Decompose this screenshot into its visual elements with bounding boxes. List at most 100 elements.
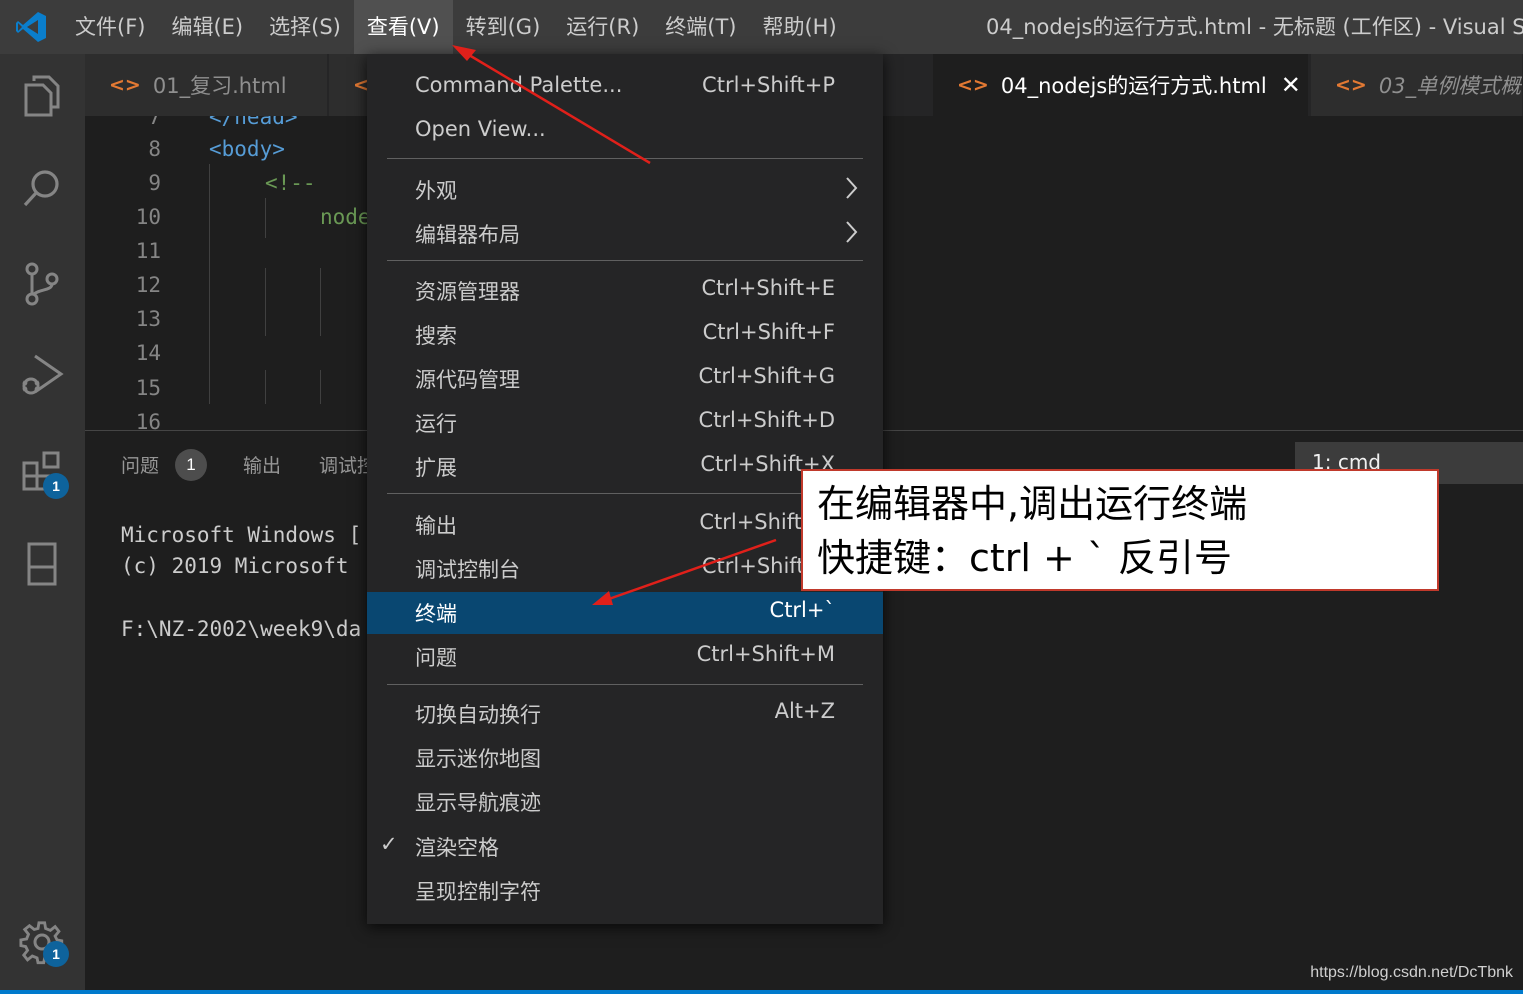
menu-item-label: 问题 — [415, 646, 457, 670]
menu-item-shortcut: Ctrl+Shift+D — [698, 408, 835, 432]
menu-edit[interactable]: 编辑(E) — [158, 0, 256, 54]
terminal-line: F:\NZ-2002\week9\da — [121, 617, 362, 641]
menu-go[interactable]: 转到(G) — [453, 0, 554, 54]
menu-item-label: 输出 — [415, 514, 457, 538]
chevron-right-icon — [845, 175, 859, 206]
menu-item-label: 渲染空格 — [415, 836, 499, 860]
menu-separator — [387, 158, 863, 159]
vscode-logo-icon — [0, 0, 62, 54]
tab-01-review[interactable]: <> 01_复习.html — [85, 54, 328, 116]
menu-item-run[interactable]: 运行 Ctrl+Shift+D — [367, 402, 883, 444]
line-number: 15 — [135, 376, 161, 400]
close-tab-icon[interactable]: ✕ — [1281, 71, 1301, 99]
menu-item-terminal[interactable]: 终端 Ctrl+` — [367, 592, 883, 634]
line-number: 8 — [148, 137, 161, 161]
menu-item-label: 扩展 — [415, 456, 457, 480]
status-bar — [0, 990, 1523, 994]
tab-label: 04_nodejs的运行方式.html — [1000, 74, 1267, 98]
menu-item-label: Command Palette... — [415, 73, 623, 97]
search-icon[interactable] — [16, 162, 68, 214]
menu-item-minimap[interactable]: 显示迷你地图 — [367, 737, 883, 779]
html-file-icon: <> — [1335, 74, 1367, 96]
menu-item-label: 终端 — [415, 602, 457, 626]
menu-item-command-palette[interactable]: Command Palette... Ctrl+Shift+P — [367, 67, 883, 109]
menu-item-shortcut: Ctrl+Shift+M — [696, 642, 835, 666]
problems-count-badge: 1 — [175, 449, 207, 481]
explorer-icon[interactable] — [16, 70, 68, 122]
menu-item-render-whitespace[interactable]: ✓ 渲染空格 — [367, 826, 883, 868]
terminal-line: Microsoft Windows [ — [121, 523, 362, 547]
chevron-right-icon — [845, 219, 859, 250]
menu-item-label: 显示导航痕迹 — [415, 791, 541, 815]
menu-item-render-control-chars[interactable]: 呈现控制字符 — [367, 870, 883, 912]
extensions-badge: 1 — [43, 473, 69, 499]
menu-item-label: 搜索 — [415, 324, 457, 348]
line-number: 16 — [135, 410, 161, 430]
menu-item-label: 运行 — [415, 412, 457, 436]
menu-separator — [387, 684, 863, 685]
menu-item-shortcut: Ctrl+Shift+E — [701, 276, 835, 300]
watermark: https://blog.csdn.net/DcTbnk — [1310, 964, 1513, 981]
code-text: <body> — [209, 137, 285, 161]
menu-item-source-control[interactable]: 源代码管理 Ctrl+Shift+G — [367, 358, 883, 400]
menu-item-appearance[interactable]: 外观 — [367, 169, 883, 211]
menu-item-label: 源代码管理 — [415, 368, 520, 392]
tab-label: 01_复习.html — [152, 74, 287, 98]
menu-item-label: 外观 — [415, 179, 457, 203]
line-number: 9 — [148, 171, 161, 195]
line-number: 14 — [135, 341, 161, 365]
terminal-line: (c) 2019 Microsoft — [121, 554, 362, 578]
menu-separator — [387, 493, 863, 494]
panel-tab-problems[interactable]: 问题 — [121, 451, 159, 478]
run-debug-icon[interactable] — [16, 350, 68, 402]
tab-label: 03_单例模式概 — [1378, 74, 1522, 98]
activity-bar: 1 1 — [0, 54, 85, 990]
menu-item-label: 显示迷你地图 — [415, 747, 541, 771]
menu-item-shortcut: Ctrl+` — [769, 598, 835, 622]
tab-04-nodejs[interactable]: <> 04_nodejs的运行方式.html ✕ — [933, 54, 1309, 116]
menu-item-label: 资源管理器 — [415, 280, 520, 304]
html-file-icon: <> — [109, 74, 141, 96]
menu-item-open-view[interactable]: Open View... — [367, 111, 883, 153]
menu-file[interactable]: 文件(F) — [62, 0, 158, 54]
menu-item-shortcut: Ctrl+Shift+P — [702, 73, 835, 97]
menu-item-explorer[interactable]: 资源管理器 Ctrl+Shift+E — [367, 270, 883, 312]
title-bar: 文件(F) 编辑(E) 选择(S) 查看(V) 转到(G) 运行(R) 终端(T… — [0, 0, 1523, 54]
code-text: node — [320, 205, 371, 229]
menu-separator — [387, 260, 863, 261]
panel-tab-output[interactable]: 输出 — [243, 451, 281, 478]
source-control-icon[interactable] — [16, 258, 68, 310]
menu-item-search[interactable]: 搜索 Ctrl+Shift+F — [367, 314, 883, 356]
menu-item-breadcrumbs[interactable]: 显示导航痕迹 — [367, 781, 883, 823]
menu-selection[interactable]: 选择(S) — [256, 0, 354, 54]
menu-view[interactable]: 查看(V) — [353, 0, 453, 54]
line-number: 13 — [135, 307, 161, 331]
menu-item-shortcut: Ctrl+Shift+F — [702, 320, 835, 344]
line-number: 10 — [135, 205, 161, 229]
menu-run[interactable]: 运行(R) — [553, 0, 652, 54]
menu-item-shortcut: Ctrl+Shift+G — [698, 364, 835, 388]
html-file-icon: <> — [957, 74, 989, 96]
menu-item-label: 编辑器布局 — [415, 223, 520, 247]
menu-item-label: Open View... — [415, 117, 546, 141]
menu-terminal[interactable]: 终端(T) — [652, 0, 749, 54]
menu-item-shortcut: Alt+Z — [774, 699, 835, 723]
manage-badge: 1 — [43, 941, 69, 967]
menu-item-editor-layout[interactable]: 编辑器布局 — [367, 213, 883, 255]
menu-item-label: 调试控制台 — [415, 558, 520, 582]
remote-icon[interactable] — [16, 538, 68, 590]
menu-item-label: 切换自动换行 — [415, 703, 541, 727]
menu-item-word-wrap[interactable]: 切换自动换行 Alt+Z — [367, 693, 883, 735]
window-title: 04_nodejs的运行方式.html - 无标题 (工作区) - Visual… — [986, 15, 1523, 39]
line-number: 11 — [135, 239, 161, 263]
menu-item-label: 呈现控制字符 — [415, 880, 541, 904]
line-number: 12 — [135, 273, 161, 297]
checkmark-icon: ✓ — [380, 832, 398, 856]
menu-item-problems[interactable]: 问题 Ctrl+Shift+M — [367, 636, 883, 678]
annotation-line-2: 快捷键：ctrl + ` 反引号 — [817, 536, 1233, 580]
annotation-line-1: 在编辑器中,调出运行终端 — [817, 482, 1248, 526]
code-text: <!-- — [265, 171, 316, 195]
tab-03-singleton[interactable]: <> 03_单例模式概 — [1311, 54, 1523, 116]
menu-help[interactable]: 帮助(H) — [749, 0, 849, 54]
annotation-callout: 在编辑器中,调出运行终端 快捷键：ctrl + ` 反引号 — [801, 469, 1439, 591]
